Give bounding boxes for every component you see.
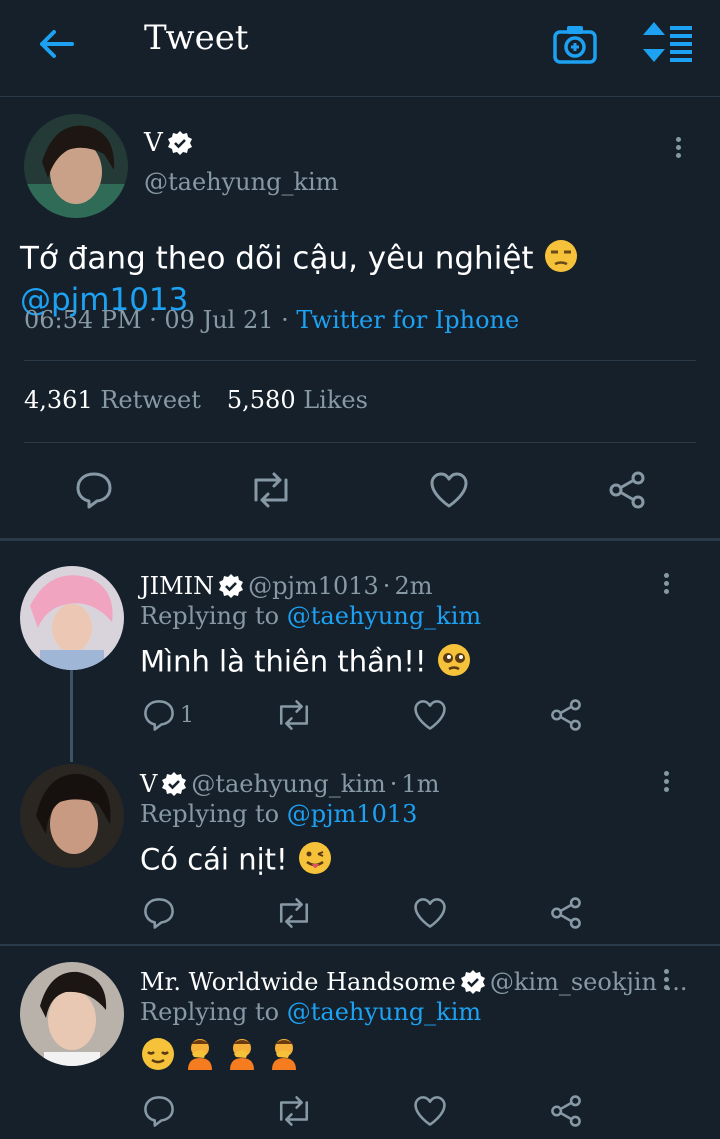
thread-line <box>70 670 73 762</box>
replying-to-link[interactable]: @pjm1013 <box>287 800 418 828</box>
tongue-face-icon <box>297 840 333 883</box>
share-icon[interactable] <box>548 698 584 732</box>
unamused-face-icon <box>543 238 579 282</box>
more-options-icon[interactable] <box>656 768 676 800</box>
reply-header: JIMIN @pjm1013 · 2m <box>140 572 433 600</box>
page-title: Tweet <box>144 18 249 58</box>
replying-to: Replying to @pjm1013 <box>140 800 418 828</box>
reply-age: 2m <box>394 572 433 600</box>
reply-text: Mình là thiên thần!! <box>140 642 472 685</box>
reply-icon[interactable] <box>142 896 176 930</box>
verified-badge-icon <box>460 970 485 994</box>
reply-author-name[interactable]: Mr. Worldwide Handsome <box>140 968 456 996</box>
facepalm-icon <box>224 1036 260 1079</box>
reply-author-name[interactable]: JIMIN <box>140 572 214 600</box>
share-icon[interactable] <box>606 470 648 510</box>
reply-icon[interactable] <box>142 1094 176 1128</box>
retweet-icon[interactable] <box>274 896 314 930</box>
verified-badge-icon <box>219 574 244 598</box>
facepalm-icon <box>266 1036 302 1079</box>
retweet-icon[interactable] <box>274 698 314 732</box>
author-name[interactable]: V <box>144 128 193 158</box>
replying-to-link[interactable]: @taehyung_kim <box>287 998 481 1026</box>
retweet-icon[interactable] <box>274 1094 314 1128</box>
reply-icon[interactable] <box>74 470 114 510</box>
verified-badge-icon <box>167 131 192 155</box>
share-icon[interactable] <box>548 1094 584 1128</box>
share-icon[interactable] <box>548 896 584 930</box>
avatar[interactable] <box>20 962 124 1066</box>
back-arrow-icon[interactable] <box>32 22 80 66</box>
top-bar: Tweet <box>0 0 720 97</box>
tweet-meta: 06:54 PM · 09 Jul 21 · Twitter for Iphon… <box>24 306 520 334</box>
pleading-face-icon <box>436 642 472 685</box>
verified-badge-icon <box>162 772 187 796</box>
retweet-icon[interactable] <box>248 470 294 510</box>
reply-icon[interactable]: 1 <box>142 698 194 732</box>
like-icon[interactable] <box>428 470 470 510</box>
divider <box>24 442 696 443</box>
avatar[interactable] <box>24 114 128 218</box>
reply-author-handle[interactable]: @pjm1013 <box>248 572 379 600</box>
facepalm-icon <box>182 1036 218 1079</box>
retweet-stat[interactable]: 4,361 Retweet <box>24 386 201 414</box>
section-divider <box>0 538 720 541</box>
replying-to: Replying to @taehyung_kim <box>140 602 482 630</box>
tweet-stats: 4,361 Retweet 5,580 Likes <box>24 386 368 414</box>
sort-icon[interactable] <box>640 20 700 66</box>
like-icon[interactable] <box>412 896 448 930</box>
replying-to-link[interactable]: @taehyung_kim <box>287 602 481 630</box>
camera-icon[interactable] <box>552 22 600 66</box>
reply-count: 1 <box>180 702 194 728</box>
avatar[interactable] <box>20 566 124 670</box>
reply-author-handle[interactable]: @taehyung_kim <box>191 770 385 798</box>
more-options-icon[interactable] <box>656 966 676 998</box>
reply-header: V @taehyung_kim · 1m <box>140 770 440 798</box>
reply-age: 1m <box>401 770 440 798</box>
reply-text: Có cái nịt! <box>140 840 333 883</box>
section-divider <box>0 944 720 946</box>
like-icon[interactable] <box>412 698 448 732</box>
reply-author-name[interactable]: V <box>140 770 157 798</box>
like-icon[interactable] <box>412 1094 448 1128</box>
reply-text <box>140 1036 302 1079</box>
relieved-face-icon <box>140 1036 176 1079</box>
avatar[interactable] <box>20 764 124 868</box>
more-options-icon[interactable] <box>656 570 676 602</box>
divider <box>24 360 696 361</box>
reply-header: Mr. Worldwide Handsome @kim_seokjin ... <box>140 968 687 996</box>
more-options-icon[interactable] <box>668 134 688 166</box>
source-link[interactable]: Twitter for Iphone <box>296 306 519 334</box>
likes-stat[interactable]: 5,580 Likes <box>227 386 368 414</box>
author-handle[interactable]: @taehyung_kim <box>144 168 338 196</box>
replying-to: Replying to @taehyung_kim <box>140 998 482 1026</box>
